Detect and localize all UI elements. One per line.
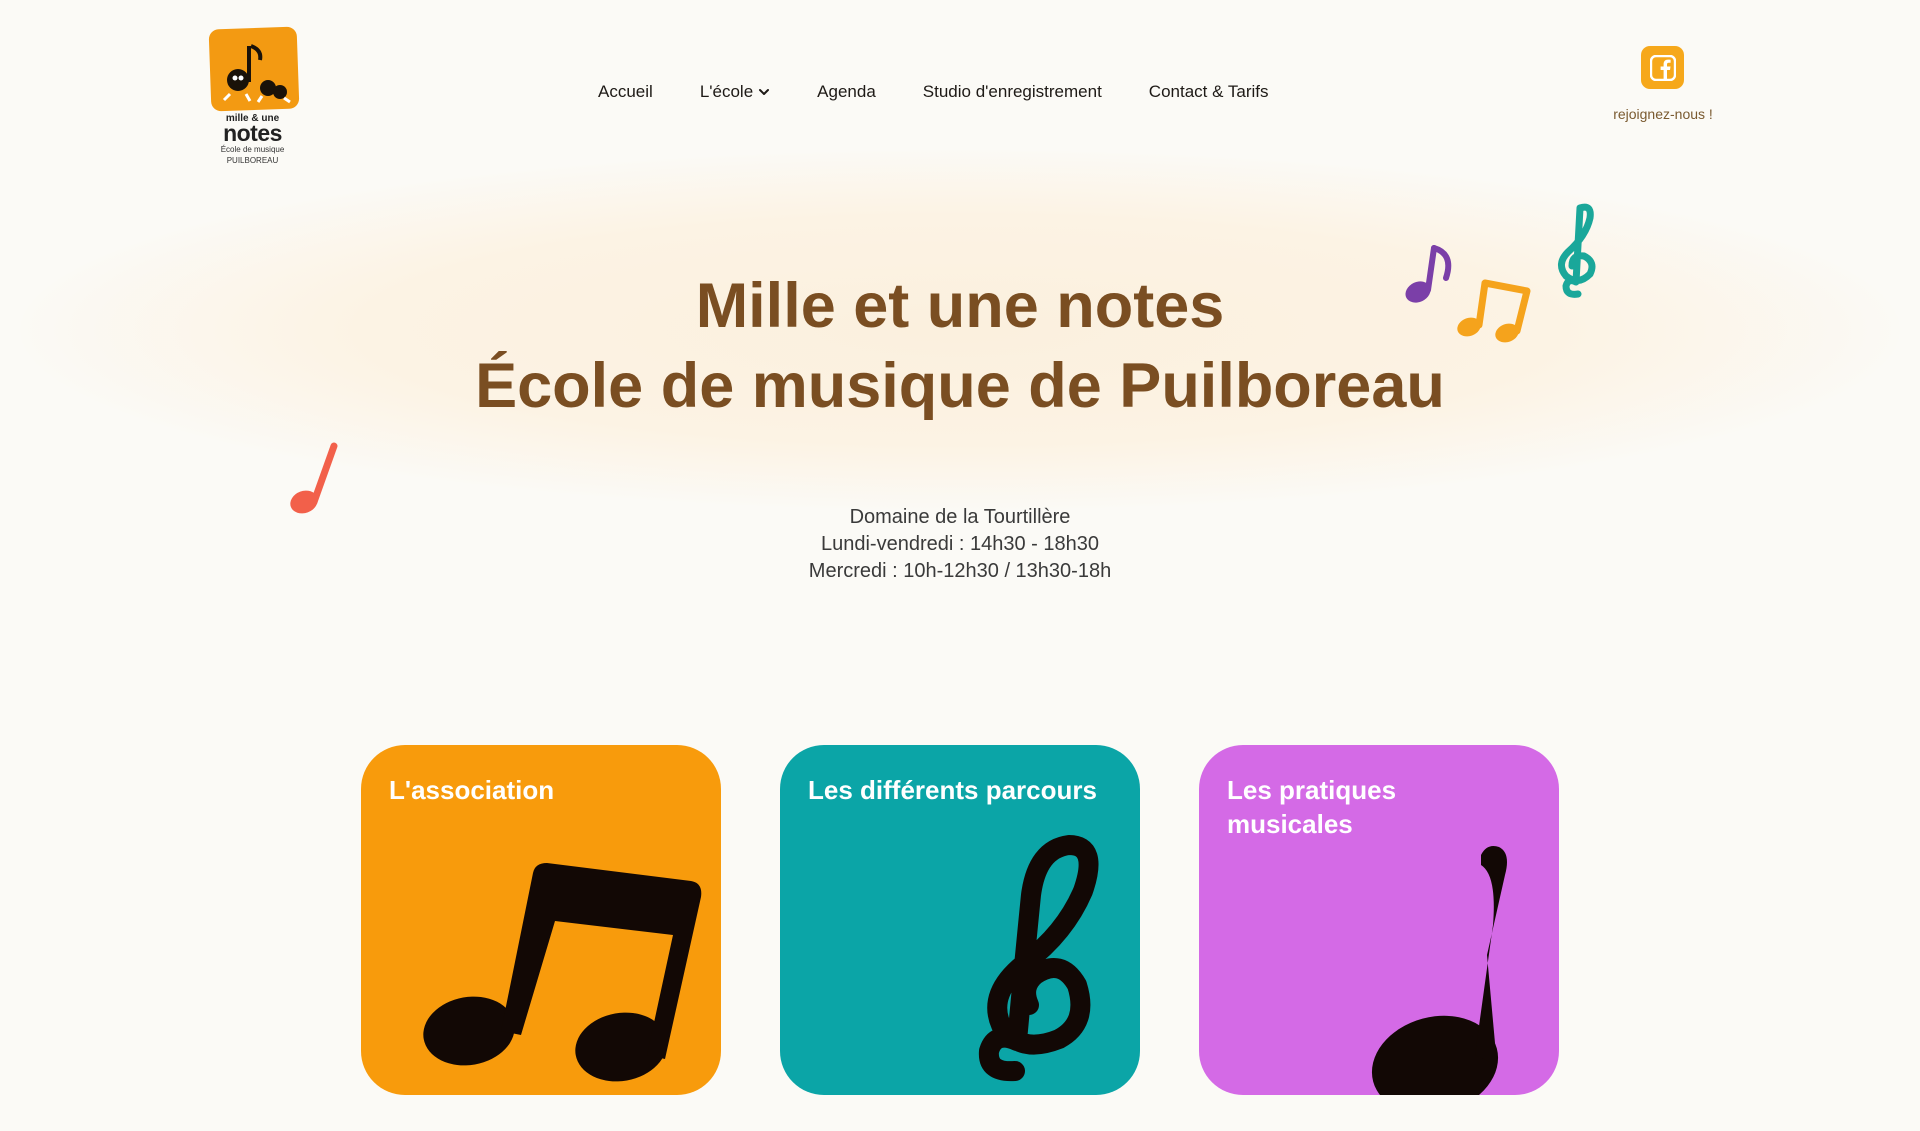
nav-item-studio[interactable]: Studio d'enregistrement <box>923 82 1102 102</box>
logo-notes-icon <box>222 44 291 104</box>
logo-school-label: École de musique <box>220 145 285 154</box>
quarter-note-icon <box>1371 846 1507 1095</box>
card-parcours[interactable]: Les différents parcours <box>780 745 1140 1095</box>
card-parcours-title: Les différents parcours <box>808 775 1097 805</box>
card-pratiques[interactable]: Les pratiques musicales <box>1199 745 1559 1095</box>
card-association[interactable]: L'association <box>361 745 721 1095</box>
facebook-join-link[interactable]: rejoignez-nous ! <box>1566 106 1760 122</box>
site-logo[interactable]: mille & une notes École de musique PUILB… <box>205 26 300 170</box>
card-pratiques-title: Les pratiques musicales <box>1227 775 1397 839</box>
treble-clef-icon <box>978 835 1099 1082</box>
hours-weekdays: Lundi-vendredi : 14h30 - 18h30 <box>821 533 1099 555</box>
address-line: Domaine de la Tourtillère <box>849 506 1071 528</box>
main-navigation: Accueil L'école Agenda Studio d'enregist… <box>598 80 1268 104</box>
nav-item-ecole[interactable]: L'école <box>700 82 770 102</box>
title-line-1: Mille et une notes <box>695 271 1225 341</box>
logo-subtitle: École de musique PUILBOREAU <box>205 144 300 166</box>
nav-item-agenda[interactable]: Agenda <box>817 82 876 102</box>
chevron-down-icon <box>759 89 770 95</box>
logo-city-label: PUILBOREAU <box>226 156 279 165</box>
school-info: Domaine de la Tourtillère Lundi-vendredi… <box>0 504 1920 585</box>
page: mille & une notes École de musique PUILB… <box>0 0 1920 1131</box>
facebook-button[interactable] <box>1641 46 1684 89</box>
nav-item-ecole-label: L'école <box>699 82 754 101</box>
card-association-title: L'association <box>389 775 555 805</box>
facebook-icon <box>1649 54 1676 81</box>
nav-item-contact[interactable]: Contact & Tarifs <box>1149 82 1269 102</box>
beamed-notes-icon <box>423 863 702 1082</box>
logo-name: notes <box>223 120 282 146</box>
hours-wednesday: Mercredi : 10h-12h30 / 13h30-18h <box>808 560 1112 582</box>
page-title: Mille et une notes École de musique de P… <box>0 266 1920 426</box>
nav-item-accueil[interactable]: Accueil <box>598 82 653 102</box>
title-line-2: École de musique de Puilboreau <box>475 351 1445 421</box>
